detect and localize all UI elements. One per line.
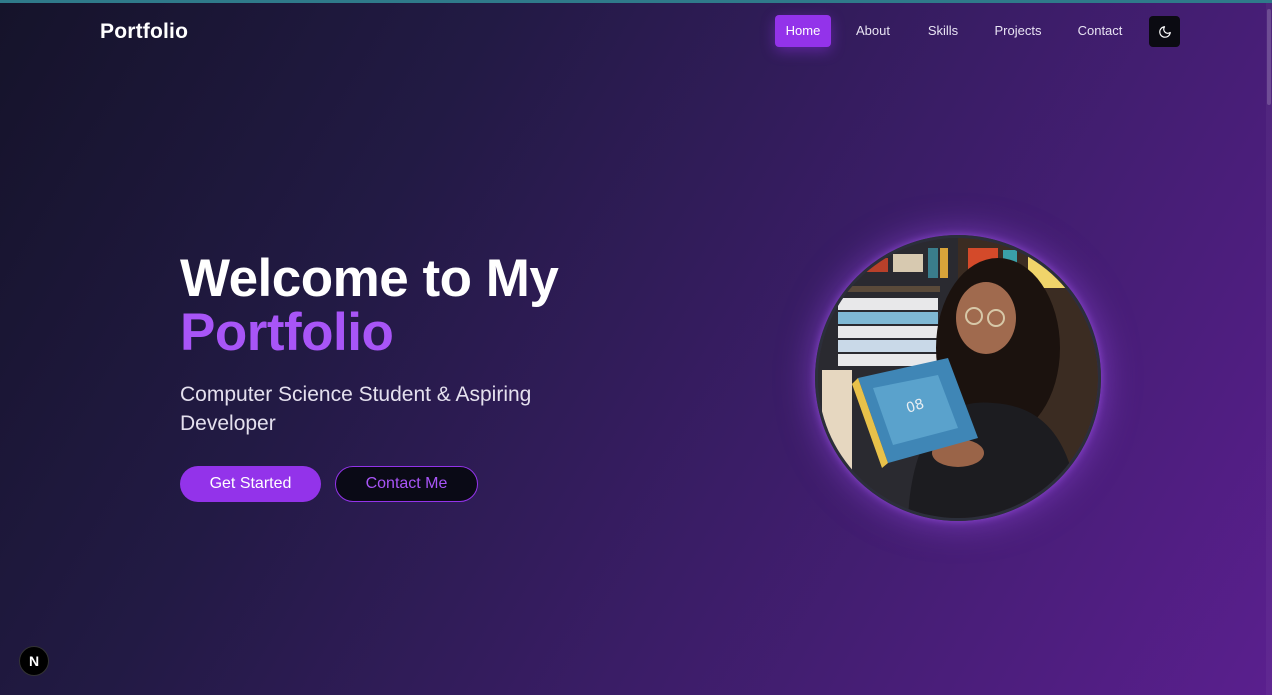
- nextjs-dev-badge[interactable]: N: [19, 646, 49, 676]
- hero-title-line1: Welcome to My: [180, 249, 559, 308]
- nav-about[interactable]: About: [845, 15, 901, 47]
- nav-contact[interactable]: Contact: [1065, 15, 1135, 47]
- contact-me-button[interactable]: Contact Me: [335, 466, 478, 502]
- hero-subtitle: Computer Science Student & Aspiring Deve…: [180, 383, 532, 435]
- profile-photo-illustration: 08: [818, 238, 1098, 518]
- top-accent-line: [0, 0, 1272, 3]
- page-scrollbar[interactable]: [1266, 3, 1272, 695]
- profile-photo: 08: [815, 235, 1101, 521]
- hero-title: Welcome to My Portfolio: [180, 249, 559, 362]
- nav-home[interactable]: Home: [775, 15, 831, 47]
- hero-title-highlight: Portfolio: [180, 303, 394, 362]
- get-started-button[interactable]: Get Started: [180, 466, 321, 502]
- nav-projects[interactable]: Projects: [983, 15, 1053, 47]
- scrollbar-thumb[interactable]: [1267, 9, 1271, 105]
- theme-toggle-button[interactable]: [1149, 16, 1180, 47]
- nav-skills[interactable]: Skills: [915, 15, 971, 47]
- site-logo[interactable]: Portfolio: [100, 20, 188, 44]
- moon-icon: [1158, 25, 1171, 38]
